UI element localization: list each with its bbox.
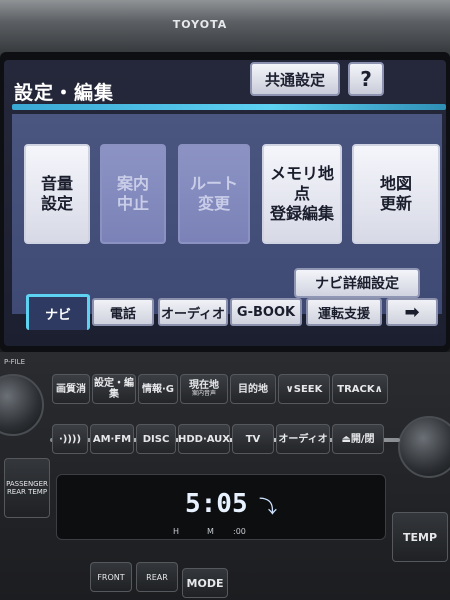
track-up-label: TRACK∧: [337, 383, 383, 395]
temp-button[interactable]: TEMP: [392, 512, 448, 562]
track-up-button[interactable]: TRACK∧: [332, 374, 388, 404]
tune-knob[interactable]: [398, 416, 450, 478]
navigation-screen: 設定・編集 共通設定 ? 音量 設定 案内 中止 ルート 変更 メモリ地点 登録…: [4, 60, 446, 346]
passenger-rear-temp-button[interactable]: PASSENGER REAR TEMP: [4, 458, 50, 518]
p-file-label: P-FILE: [4, 358, 26, 366]
disc-label: DISC: [142, 433, 170, 445]
tab-gbook[interactable]: G-BOOK: [230, 298, 302, 326]
common-settings-button[interactable]: 共通設定: [250, 62, 340, 96]
destination-label: 目的地: [238, 383, 268, 395]
audio-button[interactable]: オーディオ: [276, 424, 330, 454]
front-defrost-label: FRONT: [97, 572, 125, 582]
tab-phone[interactable]: 電話: [92, 298, 154, 326]
hour-mark: H: [173, 527, 180, 536]
category-tabs: ナビ 電話 オーディオ G-BOOK 運転支援 ➡: [14, 294, 444, 332]
current-location-label: 現在地 案内音声: [189, 380, 219, 398]
title-divider: [12, 104, 446, 110]
next-tab-arrow-icon[interactable]: ➡: [386, 298, 438, 326]
front-defrost-button[interactable]: FRONT: [90, 562, 132, 592]
change-route-button[interactable]: ルート 変更: [178, 144, 250, 244]
tab-audio[interactable]: オーディオ: [158, 298, 228, 326]
audio-label: オーディオ: [278, 433, 328, 445]
map-update-button[interactable]: 地図 更新: [352, 144, 440, 244]
tab-navi[interactable]: ナビ: [26, 294, 90, 330]
hdd-aux-label: HDD·AUX: [177, 433, 231, 445]
am-fm-button[interactable]: AM·FM: [90, 424, 134, 454]
current-location-button[interactable]: 現在地 案内音声: [180, 374, 228, 404]
sound-label: ·)))): [58, 433, 82, 445]
seek-down-button[interactable]: ∨SEEK: [278, 374, 330, 404]
tv-button[interactable]: TV: [232, 424, 274, 454]
display-off-label: 画質消: [56, 383, 86, 395]
zero-mark: :00: [233, 527, 246, 536]
temp-label: TEMP: [402, 530, 438, 544]
eject-button[interactable]: ⏏開/閉: [332, 424, 384, 454]
clock: 5:05: [185, 489, 248, 519]
sound-button[interactable]: ·)))): [52, 424, 88, 454]
rear-defrost-button[interactable]: REAR: [136, 562, 178, 592]
minute-mark: M: [207, 527, 214, 536]
tab-driving-support[interactable]: 運転支援: [306, 298, 382, 326]
tv-label: TV: [245, 433, 261, 445]
volume-knob[interactable]: [0, 374, 44, 436]
memory-point-edit-button[interactable]: メモリ地点 登録編集: [262, 144, 342, 244]
brand-logo: TOYOTA: [172, 18, 228, 31]
lcd-display: 5:05 ⤵ H M :00: [56, 474, 386, 540]
info-g-label: 情報·G: [141, 383, 174, 395]
navi-detail-settings-button[interactable]: ナビ詳細設定: [294, 268, 420, 298]
eject-label: ⏏開/閉: [341, 433, 375, 445]
setup-edit-label: 設定・編集: [94, 378, 134, 400]
passenger-rear-temp-label: PASSENGER REAR TEMP: [6, 480, 48, 496]
voice-guidance-sub: 案内音声: [191, 390, 216, 398]
rear-defrost-label: REAR: [146, 572, 168, 582]
display-off-button[interactable]: 画質消: [52, 374, 90, 404]
mode-button[interactable]: MODE: [182, 568, 228, 598]
setup-edit-button[interactable]: 設定・編集: [92, 374, 136, 404]
control-panel: P-FILE 画質消 設定・編集 情報·G 現在地 案内音声 目的地 ∨SEEK …: [0, 352, 450, 600]
mode-label: MODE: [186, 576, 224, 590]
airflow-icon: ⤵: [259, 497, 277, 518]
info-g-button[interactable]: 情報·G: [138, 374, 178, 404]
volume-settings-button[interactable]: 音量 設定: [24, 144, 90, 244]
destination-button[interactable]: 目的地: [230, 374, 276, 404]
disc-button[interactable]: DISC: [136, 424, 176, 454]
help-button[interactable]: ?: [348, 62, 384, 96]
am-fm-label: AM·FM: [92, 433, 132, 445]
cancel-guidance-button[interactable]: 案内 中止: [100, 144, 166, 244]
seek-down-label: ∨SEEK: [285, 383, 323, 395]
screen-title: 設定・編集: [14, 82, 115, 104]
hdd-aux-button[interactable]: HDD·AUX: [178, 424, 230, 454]
